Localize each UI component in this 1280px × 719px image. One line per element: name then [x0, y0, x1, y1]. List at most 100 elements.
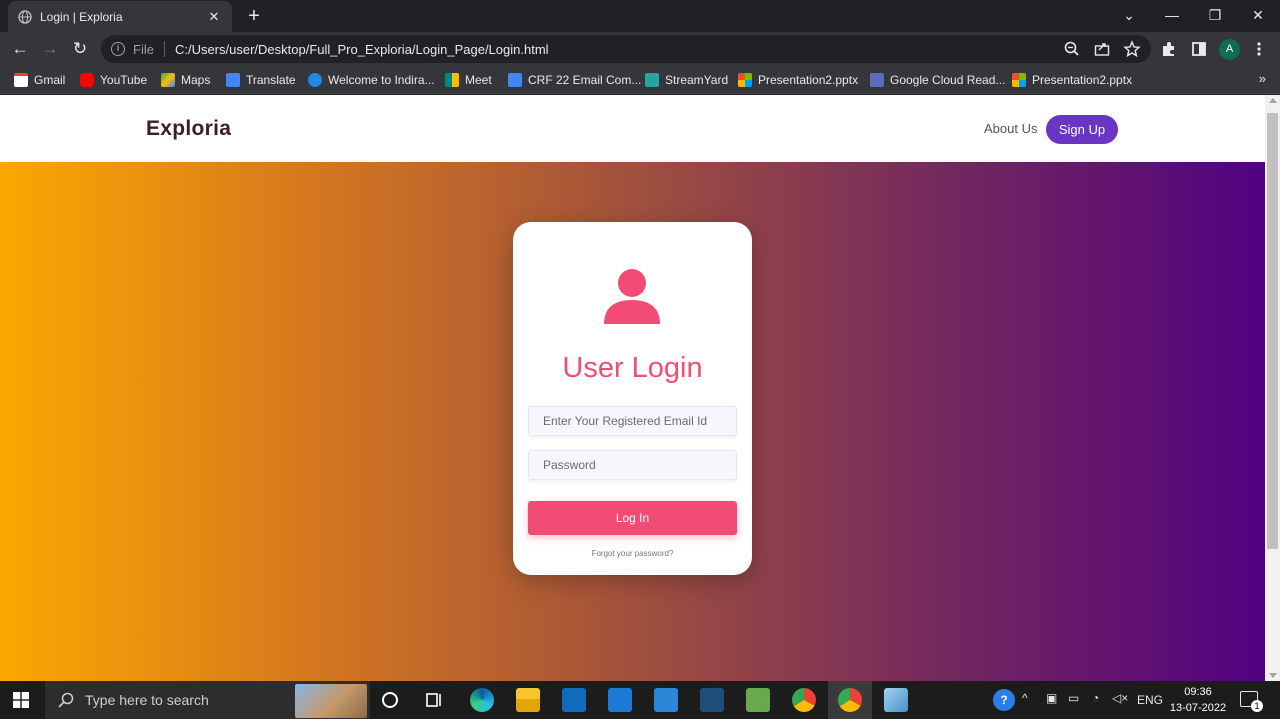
hero-gradient: User Login Log In Forgot your password?: [0, 162, 1265, 681]
bookmarks-bar: Gmail YouTube Maps Translate Welcome to …: [0, 66, 1280, 94]
chevron-up-icon[interactable]: ^: [1022, 691, 1028, 705]
bookmark-presentation2-b[interactable]: Presentation2.pptx: [1012, 71, 1132, 89]
bookmark-meet[interactable]: Meet: [445, 71, 492, 89]
battery-icon[interactable]: ▭: [1068, 691, 1079, 705]
help-icon[interactable]: ?: [993, 689, 1015, 711]
bookmark-label: Gmail: [34, 73, 66, 87]
windows-start-icon[interactable]: [13, 692, 29, 708]
bookmark-label: Welcome to Indira...: [328, 73, 435, 87]
bookmark-label: Presentation2.pptx: [758, 73, 859, 87]
login-card: User Login Log In Forgot your password?: [513, 222, 752, 575]
zoom-icon[interactable]: [1063, 40, 1081, 58]
tab-title: Login | Exploria: [40, 9, 123, 24]
restore-button[interactable]: ❐: [1195, 4, 1235, 26]
scheme-label: File: [133, 41, 154, 57]
notification-count: 1: [1251, 700, 1263, 712]
bookmark-welcome-indira[interactable]: Welcome to Indira...: [308, 71, 435, 89]
bookmark-maps[interactable]: Maps: [161, 71, 210, 89]
clock-date: 13-07-2022: [1169, 702, 1227, 714]
notification-center-icon[interactable]: 1: [1240, 691, 1263, 712]
bookmark-translate[interactable]: Translate: [226, 71, 296, 89]
scroll-down-arrow-icon[interactable]: [1269, 673, 1277, 678]
snipping-tool-icon[interactable]: [654, 688, 678, 712]
bookmark-youtube[interactable]: YouTube: [80, 71, 147, 89]
tab-search-button[interactable]: ⌄: [1109, 4, 1149, 26]
sign-up-button[interactable]: Sign Up: [1046, 115, 1118, 144]
email-input[interactable]: [529, 407, 736, 435]
forward-button[interactable]: →: [38, 36, 62, 62]
profile-avatar[interactable]: A: [1219, 39, 1240, 60]
bookmark-label: Translate: [246, 73, 296, 87]
translate-icon: [226, 73, 240, 87]
site-header: Exploria About Us Sign Up: [0, 95, 1265, 162]
streamyard-icon: [645, 73, 659, 87]
password-input[interactable]: [529, 451, 736, 479]
side-panel-icon[interactable]: [1190, 40, 1208, 58]
bookmark-label: Presentation2.pptx: [1032, 73, 1133, 87]
store-icon[interactable]: [562, 688, 586, 712]
taskbar-active-app[interactable]: [828, 681, 872, 719]
taskbar-clock[interactable]: 09:36 13-07-2022: [1168, 684, 1228, 716]
docs-icon: [508, 73, 522, 87]
windows-taskbar: Type here to search ? ^ ▣ ▭ ◔ ◁× ENG 09:…: [0, 681, 1280, 719]
log-in-button[interactable]: Log In: [528, 501, 737, 535]
url-text[interactable]: C:/Users/user/Desktop/Full_Pro_Exploria/…: [175, 42, 549, 57]
address-bar[interactable]: i File C:/Users/user/Desktop/Full_Pro_Ex…: [101, 35, 1151, 63]
about-us-link[interactable]: About Us: [984, 121, 1037, 136]
app-icon[interactable]: [884, 688, 908, 712]
bookmark-gmail[interactable]: Gmail: [14, 71, 65, 89]
file-explorer-icon[interactable]: [516, 688, 540, 712]
chrome-icon[interactable]: [792, 688, 816, 712]
wifi-icon[interactable]: ◔: [1092, 691, 1099, 705]
gmail-icon: [14, 73, 28, 87]
bookmarks-overflow-icon[interactable]: »: [1259, 71, 1266, 86]
office-icon: [1012, 73, 1026, 87]
scrollbar-thumb[interactable]: [1267, 113, 1278, 549]
info-icon[interactable]: i: [111, 42, 125, 56]
browser-tab-active[interactable]: Login | Exploria ✕: [8, 1, 232, 32]
address-divider: [163, 41, 165, 57]
share-icon[interactable]: [1093, 40, 1111, 58]
browser-menu-icon[interactable]: [1250, 40, 1268, 58]
mail-icon[interactable]: [608, 688, 632, 712]
task-view-icon[interactable]: [422, 688, 446, 712]
edge-icon[interactable]: [470, 688, 494, 712]
site-logo[interactable]: Exploria: [146, 117, 231, 141]
maps-icon: [161, 73, 175, 87]
minimize-button[interactable]: —: [1152, 4, 1192, 26]
bookmark-label: YouTube: [100, 73, 148, 87]
bookmark-label: StreamYard: [665, 73, 729, 87]
bookmark-presentation2[interactable]: Presentation2.pptx: [738, 71, 858, 89]
chrome-active-icon: [838, 688, 862, 712]
bookmark-label: Google Cloud Read...: [890, 73, 1006, 87]
bookmark-label: Meet: [465, 73, 492, 87]
page-scrollbar[interactable]: [1265, 95, 1280, 681]
browser-toolbar: ← → ↻ i File C:/Users/user/Desktop/Full_…: [0, 32, 1280, 66]
meet-now-icon[interactable]: ▣: [1046, 691, 1057, 705]
reload-button[interactable]: ↻: [68, 36, 92, 62]
bookmark-star-icon[interactable]: [1123, 40, 1141, 58]
bookmark-crf-email[interactable]: CRF 22 Email Com...: [508, 71, 641, 89]
notepad-icon[interactable]: [746, 688, 770, 712]
close-window-button[interactable]: ✕: [1238, 4, 1278, 26]
new-tab-button[interactable]: +: [243, 5, 265, 27]
email-field-wrapper: [528, 406, 737, 436]
scroll-up-arrow-icon[interactable]: [1269, 98, 1277, 103]
extensions-icon[interactable]: [1160, 40, 1178, 58]
office-icon: [738, 73, 752, 87]
password-field-wrapper: [528, 450, 737, 480]
vscode-icon[interactable]: [700, 688, 724, 712]
bookmark-streamyard[interactable]: StreamYard: [645, 71, 728, 89]
site-icon: [308, 73, 322, 87]
taskbar-search-box[interactable]: Type here to search: [45, 681, 370, 719]
bookmark-google-cloud[interactable]: Google Cloud Read...: [870, 71, 1005, 89]
meet-icon: [445, 73, 459, 87]
cortana-icon[interactable]: [378, 688, 402, 712]
forgot-password-link[interactable]: Forgot your password?: [513, 549, 752, 558]
volume-icon[interactable]: ◁×: [1112, 691, 1128, 705]
search-icon: [58, 692, 74, 708]
language-indicator[interactable]: ENG: [1137, 693, 1163, 707]
back-button[interactable]: ←: [8, 36, 32, 62]
search-placeholder: Type here to search: [85, 692, 209, 708]
tab-close-icon[interactable]: ✕: [206, 9, 222, 25]
